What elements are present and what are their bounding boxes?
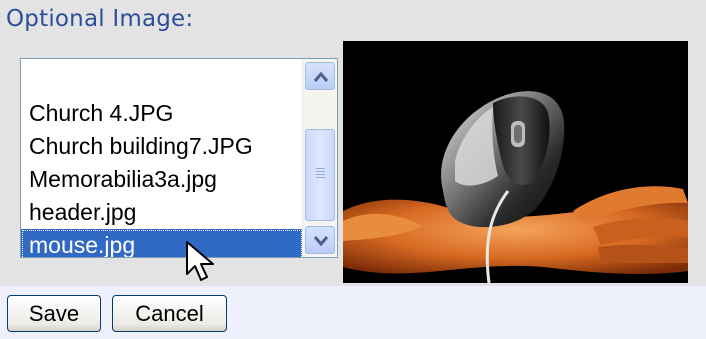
image-preview bbox=[343, 41, 688, 283]
list-item[interactable]: Memorabilia3a.jpg bbox=[21, 163, 303, 196]
mouse-pointer-icon bbox=[186, 241, 214, 281]
list-item[interactable]: header.jpg bbox=[21, 196, 303, 229]
form-panel: Optional Image: Church 4.JPG Church buil… bbox=[0, 0, 706, 286]
image-file-listbox[interactable]: Church 4.JPG Church building7.JPG Memora… bbox=[20, 58, 338, 258]
button-bar: Save Cancel bbox=[0, 286, 706, 339]
cancel-button[interactable]: Cancel bbox=[112, 295, 227, 332]
mouse-in-hand-image bbox=[343, 41, 688, 283]
field-label-optional-image: Optional Image: bbox=[6, 6, 194, 32]
chevron-up-icon bbox=[313, 71, 329, 82]
listbox-items: Church 4.JPG Church building7.JPG Memora… bbox=[21, 97, 303, 257]
scrollbar-thumb[interactable] bbox=[305, 129, 335, 221]
listbox-scrollbar[interactable] bbox=[302, 59, 337, 257]
scroll-up-button[interactable] bbox=[305, 62, 335, 90]
chevron-down-icon bbox=[313, 236, 329, 247]
list-item[interactable]: Church 4.JPG bbox=[21, 97, 303, 130]
scroll-down-button[interactable] bbox=[305, 226, 335, 254]
list-item-selected[interactable]: mouse.jpg bbox=[21, 229, 303, 257]
list-item[interactable]: Church building7.JPG bbox=[21, 130, 303, 163]
save-button[interactable]: Save bbox=[7, 295, 101, 332]
grip-icon bbox=[316, 168, 325, 178]
image-picker-form: Optional Image: Church 4.JPG Church buil… bbox=[0, 0, 706, 339]
